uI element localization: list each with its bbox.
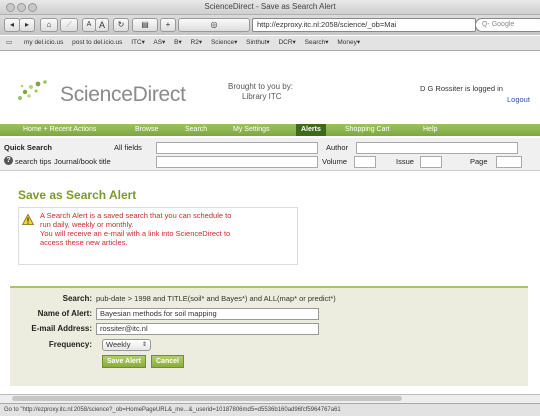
nav-search[interactable]: Search <box>180 124 212 136</box>
page-title: Save as Search Alert <box>18 188 137 202</box>
nav-browse[interactable]: Browse <box>130 124 163 136</box>
text-smaller-button[interactable]: A <box>82 18 96 32</box>
info-line: You will receive an e-mail with a link i… <box>40 229 231 238</box>
bookmark-item[interactable]: DCR▾ <box>278 39 295 46</box>
info-line: access these new articles. <box>40 238 128 247</box>
text-bigger-button[interactable]: A <box>95 18 109 32</box>
zoom-window-button[interactable] <box>28 3 37 12</box>
minimize-window-button[interactable] <box>17 3 26 12</box>
info-line: run daily, weekly or monthly. <box>40 220 134 229</box>
search-input[interactable]: Q- Google <box>475 18 540 32</box>
bookmark-item[interactable]: my del.icio.us <box>24 39 63 46</box>
alert-form: Search: pub-date > 1998 and TITLE(soil* … <box>10 286 528 386</box>
volume-input[interactable] <box>354 156 376 168</box>
bookmark-item[interactable]: Sinthut▾ <box>246 39 270 46</box>
email-label: E-mail Address: <box>31 324 92 333</box>
bookmark-icon: ▤ <box>141 20 149 29</box>
save-alert-button[interactable]: Save Alert <box>102 355 146 368</box>
bookmark-button[interactable]: ▤ <box>132 18 158 32</box>
warning-icon <box>22 214 34 225</box>
all-fields-input[interactable] <box>156 142 318 154</box>
bookmark-item[interactable]: Science▾ <box>211 39 237 46</box>
main-nav: Home + Recent Actions Browse Search My S… <box>0 124 540 136</box>
page-label: Page <box>470 157 488 166</box>
bookmark-item[interactable]: Search▾ <box>305 39 329 46</box>
author-input[interactable] <box>356 142 518 154</box>
bookmark-item[interactable]: post to del.icio.us <box>72 39 122 46</box>
author-label: Author <box>326 143 349 152</box>
frequency-label: Frequency: <box>48 340 92 349</box>
back-button[interactable]: ◂ <box>4 18 20 32</box>
alert-name-label: Name of Alert: <box>37 309 92 318</box>
chevron-updown-icon: ⇕ <box>141 342 147 348</box>
quick-search-title: Quick Search <box>4 143 52 152</box>
page-input[interactable] <box>496 156 522 168</box>
forward-button[interactable]: ▸ <box>19 18 35 32</box>
nav-alerts[interactable]: Alerts <box>296 124 326 136</box>
alert-info-text: A Search Alert is a saved search that yo… <box>40 211 290 247</box>
bookmark-item[interactable]: Money▾ <box>337 39 360 46</box>
add-bookmark-button[interactable]: + <box>160 18 176 32</box>
bookmark-item[interactable]: B▾ <box>174 39 182 46</box>
browser-toolbar: ◂ ▸ ⌂ ⟋ A A ↻ ▤ + ◎ http://ezproxy.itc.n… <box>0 15 540 35</box>
search-label: Search: <box>62 294 92 303</box>
search-tips-link[interactable]: search tips <box>15 157 51 166</box>
logout-link[interactable]: Logout <box>507 95 530 104</box>
sciencedirect-logo-icon <box>18 80 47 100</box>
logged-in-user: D G Rossiter is logged in <box>420 84 503 93</box>
brought-to-you: Brought to you by: Library ITC <box>228 82 293 102</box>
cancel-button[interactable]: Cancel <box>151 355 184 368</box>
frequency-value: Weekly <box>106 340 131 349</box>
quick-search-panel: Quick Search All fields Author ? search … <box>0 138 540 171</box>
reload-button[interactable]: ↻ <box>113 18 129 32</box>
frequency-select[interactable]: Weekly ⇕ <box>102 339 151 351</box>
close-window-button[interactable] <box>6 3 15 12</box>
volume-label: Volume <box>322 157 348 166</box>
bookmarks-bar: ▭ my del.icio.us post to del.icio.us ITC… <box>0 36 540 51</box>
window-title: ScienceDirect - Save as Search Alert <box>204 2 336 11</box>
search-query: pub-date > 1998 and TITLE(soil* and Baye… <box>96 294 336 303</box>
bookmark-item[interactable]: AS▾ <box>153 39 165 46</box>
institution-name: Library ITC <box>242 92 282 101</box>
sciencedirect-logo[interactable]: ScienceDirect <box>60 83 186 107</box>
issue-input[interactable] <box>420 156 442 168</box>
window-titlebar: ScienceDirect - Save as Search Alert <box>0 0 540 15</box>
scrollbar-thumb[interactable] <box>12 396 402 401</box>
status-bar: Go to "http://ezproxy.itc.nl:2058/scienc… <box>0 403 540 416</box>
alert-name-input[interactable]: Bayesian methods for soil mapping <box>96 308 319 320</box>
bookmark-item[interactable]: R2▾ <box>191 39 203 46</box>
nav-my-settings[interactable]: My Settings <box>228 124 275 136</box>
info-line: A Search Alert is a saved search that yo… <box>40 211 232 220</box>
globe-icon: ◎ <box>210 20 218 29</box>
journal-input[interactable] <box>156 156 318 168</box>
help-icon[interactable]: ? <box>4 156 13 165</box>
horizontal-scrollbar[interactable] <box>0 394 540 403</box>
history-button[interactable]: ⟋ <box>60 18 78 32</box>
nav-shopping-cart[interactable]: Shopping Cart <box>340 124 395 136</box>
reader-icon[interactable]: ▭ <box>6 39 12 46</box>
brought-line: Brought to you by: <box>228 82 293 91</box>
address-bar[interactable]: http://ezproxy.itc.nl:2058/science/_ob=M… <box>252 18 476 32</box>
nav-help[interactable]: Help <box>418 124 442 136</box>
journal-label: Journal/book title <box>54 157 111 166</box>
stop-button[interactable]: ◎ <box>178 18 250 32</box>
bookmark-item[interactable]: ITC▾ <box>131 39 145 46</box>
home-button[interactable]: ⌂ <box>40 18 58 32</box>
all-fields-label: All fields <box>114 143 142 152</box>
issue-label: Issue <box>396 157 414 166</box>
nav-home[interactable]: Home + Recent Actions <box>18 124 101 136</box>
email-input[interactable]: rossiter@itc.nl <box>96 323 319 335</box>
